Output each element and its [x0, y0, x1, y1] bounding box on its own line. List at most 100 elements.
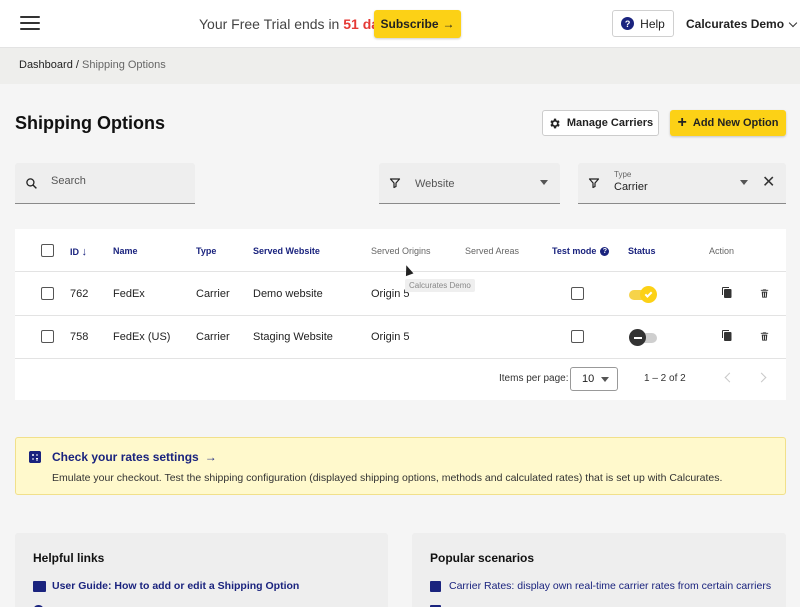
- toggle-knob: [640, 286, 657, 303]
- column-header-status[interactable]: Status: [628, 246, 656, 256]
- rates-description: Emulate your checkout. Test the shipping…: [52, 472, 723, 484]
- dropdown-arrow-icon: [540, 180, 548, 185]
- row-website: Staging Website: [253, 331, 333, 343]
- test-mode-checkbox[interactable]: [571, 287, 584, 300]
- subscribe-label: Subscribe: [380, 17, 439, 31]
- row-id: 762: [70, 288, 89, 300]
- account-menu[interactable]: Calcurates Demo: [686, 17, 798, 31]
- account-name: Calcurates Demo: [686, 17, 785, 31]
- column-header-type[interactable]: Type: [196, 246, 216, 256]
- row-origins: Origin 5: [371, 331, 410, 343]
- page-size-select[interactable]: 10: [570, 367, 618, 391]
- column-header-served-areas: Served Areas: [465, 246, 520, 256]
- copy-icon[interactable]: [721, 286, 733, 299]
- arrow-right-icon: →: [204, 450, 217, 464]
- helpful-links-card: Helpful links User Guide: How to add or …: [15, 533, 388, 607]
- chevron-left-icon[interactable]: [724, 372, 735, 383]
- hamburger-menu-icon[interactable]: [20, 16, 40, 32]
- trash-icon[interactable]: [759, 287, 770, 300]
- arrow-right-icon: →: [442, 17, 455, 31]
- row-checkbox[interactable]: [41, 330, 54, 343]
- column-header-action: Action: [709, 246, 735, 256]
- popular-scenarios-card: Popular scenarios Carrier Rates: display…: [412, 533, 786, 607]
- page-title: Shipping Options: [15, 113, 165, 133]
- help-label: Help: [640, 16, 665, 31]
- chevron-down-icon: [788, 18, 798, 27]
- check-rates-link[interactable]: Check your rates settings →: [52, 450, 217, 464]
- breadcrumb-dashboard[interactable]: Dashboard: [19, 59, 73, 71]
- column-id-label: ID: [70, 247, 79, 257]
- type-value: Carrier: [614, 181, 648, 193]
- breadcrumb-separator: /: [72, 59, 82, 71]
- calculator-icon: [29, 451, 41, 463]
- row-name: FedEx: [113, 288, 145, 300]
- manage-carriers-label: Manage Carriers: [566, 117, 654, 129]
- trial-notice: Your Free Trial ends in 51 days: [199, 16, 395, 32]
- shipping-options-table: ID ↓ Name Type Served Website Served Ori…: [15, 229, 786, 400]
- filter-icon: [389, 178, 401, 189]
- status-toggle[interactable]: [629, 329, 657, 346]
- toggle-knob: [629, 329, 646, 346]
- filter-icon: [588, 178, 600, 189]
- book-icon: [33, 581, 46, 592]
- gear-icon: [550, 118, 560, 128]
- minus-icon: [633, 336, 642, 339]
- website-filter-select[interactable]: Website: [379, 163, 560, 204]
- subscribe-button[interactable]: Subscribe →: [374, 10, 461, 38]
- check-icon: [644, 289, 653, 298]
- copy-icon[interactable]: [721, 329, 733, 342]
- trial-text: Your Free Trial ends in: [199, 16, 340, 32]
- column-header-test-mode[interactable]: Test mode?: [552, 246, 610, 257]
- add-option-label: Add New Option: [692, 117, 779, 129]
- row-origins: Origin 5: [371, 288, 410, 300]
- row-checkbox[interactable]: [41, 287, 54, 300]
- row-website: Demo website: [253, 288, 323, 300]
- tooltip: Calcurates Demo: [405, 279, 475, 292]
- items-per-page-label: Items per page:: [499, 373, 569, 384]
- rates-title: Check your rates settings: [52, 450, 199, 464]
- dropdown-arrow-icon: [740, 180, 748, 185]
- chevron-right-icon[interactable]: [756, 372, 767, 383]
- column-test-mode-label: Test mode: [552, 246, 597, 256]
- row-divider: [15, 358, 786, 359]
- breadcrumb: Dashboard / Shipping Options: [19, 59, 166, 71]
- helpful-links-title: Helpful links: [33, 551, 105, 565]
- question-icon[interactable]: ?: [600, 247, 610, 257]
- pager-range: 1 – 2 of 2: [644, 373, 686, 384]
- column-header-served-origins: Served Origins: [371, 246, 431, 256]
- search-field[interactable]: Search: [15, 163, 195, 204]
- helpful-link-item[interactable]: User Guide: How to add or edit a Shippin…: [52, 580, 299, 592]
- select-all-checkbox[interactable]: [41, 244, 54, 257]
- breadcrumb-bar: Dashboard / Shipping Options: [0, 48, 800, 84]
- search-placeholder: Search: [51, 175, 86, 187]
- row-type: Carrier: [196, 288, 230, 300]
- row-divider: [15, 271, 786, 272]
- close-icon[interactable]: ✕: [762, 175, 775, 191]
- status-toggle[interactable]: [629, 286, 657, 303]
- row-type: Carrier: [196, 331, 230, 343]
- website-placeholder: Website: [415, 178, 455, 190]
- help-button[interactable]: ? Help: [612, 10, 674, 37]
- popular-scenarios-title: Popular scenarios: [430, 551, 535, 565]
- breadcrumb-current: Shipping Options: [82, 59, 166, 71]
- popular-scenario-item[interactable]: Carrier Rates: display own real-time car…: [449, 580, 771, 592]
- row-divider: [15, 315, 786, 316]
- add-new-option-button[interactable]: + Add New Option: [670, 110, 786, 136]
- test-mode-checkbox[interactable]: [571, 330, 584, 343]
- row-name: FedEx (US): [113, 331, 171, 343]
- type-filter-select[interactable]: Type Carrier ✕: [578, 163, 786, 204]
- trash-icon[interactable]: [759, 330, 770, 343]
- top-bar: Your Free Trial ends in 51 days Subscrib…: [0, 0, 800, 48]
- arrow-down-icon: ↓: [81, 246, 88, 258]
- column-header-id[interactable]: ID ↓: [70, 246, 87, 258]
- column-header-served-website[interactable]: Served Website: [253, 246, 320, 256]
- column-header-name[interactable]: Name: [113, 246, 138, 256]
- row-id: 758: [70, 331, 89, 343]
- question-icon: ?: [621, 17, 635, 30]
- dropdown-arrow-icon: [601, 377, 609, 382]
- manage-carriers-button[interactable]: Manage Carriers: [542, 110, 659, 136]
- check-rates-banner: Check your rates settings → Emulate your…: [15, 437, 786, 495]
- search-icon: [26, 178, 37, 189]
- document-icon: [430, 581, 441, 592]
- plus-icon: +: [677, 114, 687, 131]
